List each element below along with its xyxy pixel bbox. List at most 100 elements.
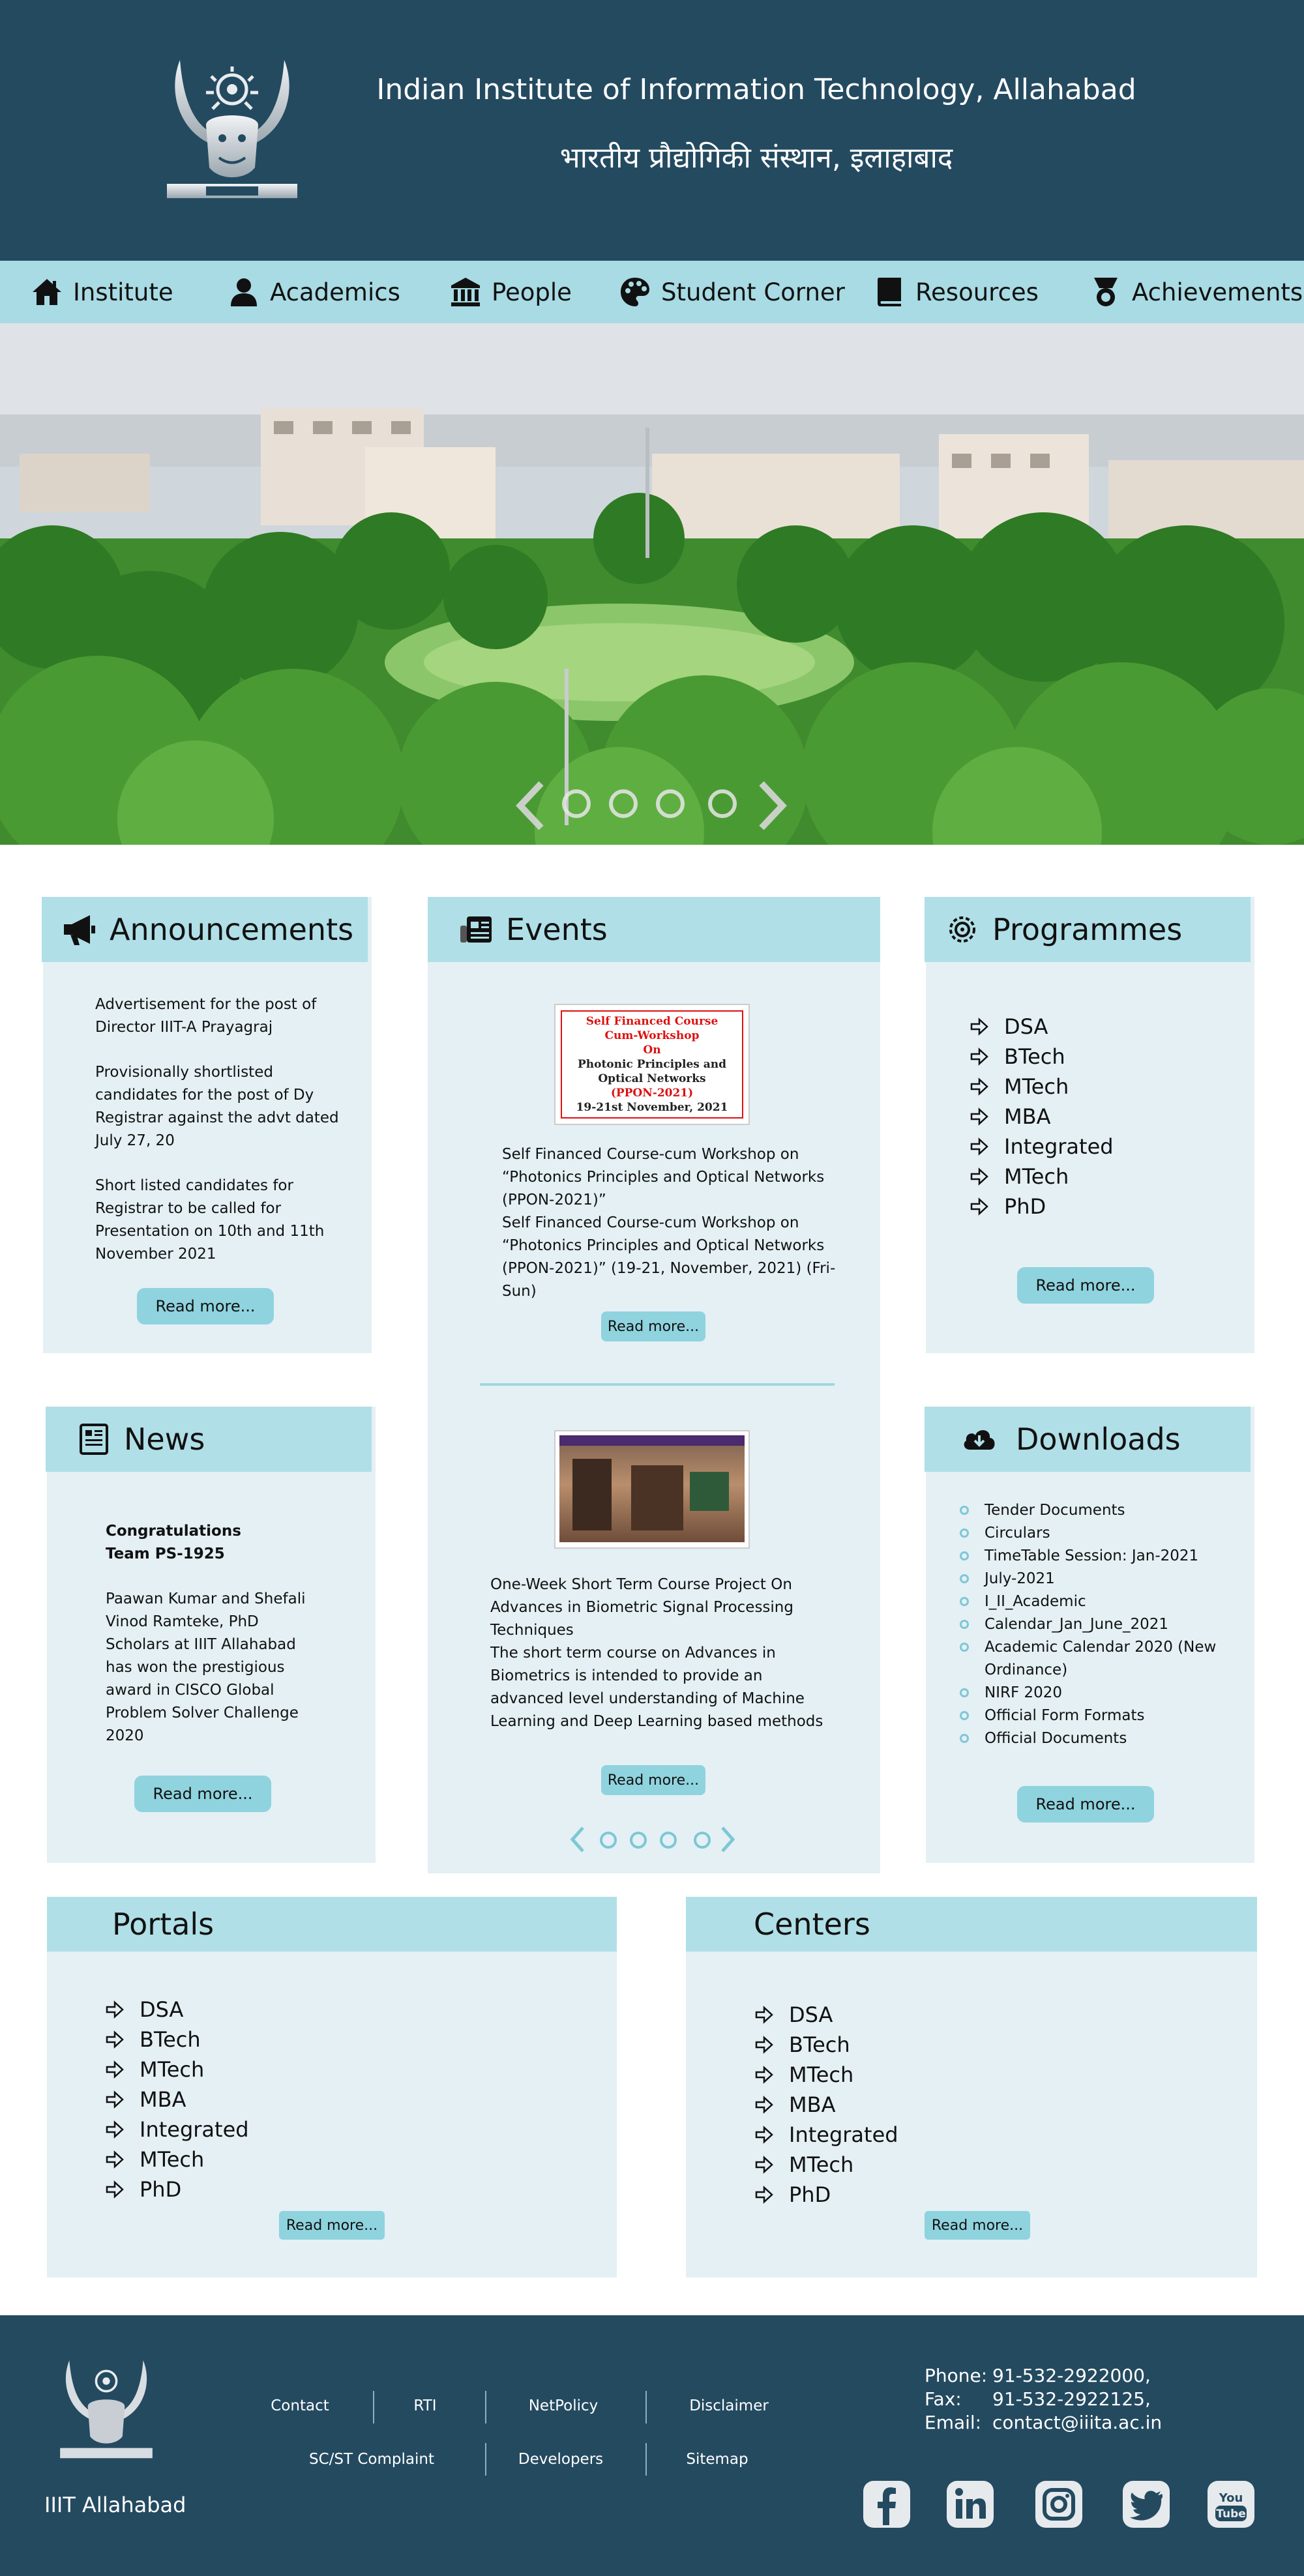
download-link[interactable]: Tender Documents xyxy=(960,1499,1234,1522)
announcement-item[interactable]: Advertisement for the post of Director I… xyxy=(95,993,343,1039)
footer-link-scst-complaint[interactable]: SC/ST Complaint xyxy=(293,2451,450,2468)
programmes-list: DSA BTech MTech MBA Integrated MTech PhD xyxy=(970,1012,1114,1222)
announcement-item[interactable]: Provisionally shortlisted candidates for… xyxy=(95,1061,343,1152)
instagram-icon[interactable] xyxy=(1034,2480,1084,2529)
institute-logo[interactable] xyxy=(154,53,310,210)
events-dot-3[interactable] xyxy=(660,1832,677,1849)
list-item[interactable]: MTech xyxy=(106,2055,249,2085)
nav-item-student-corner[interactable]: Student Corner xyxy=(619,261,845,323)
list-item[interactable]: MTech xyxy=(106,2144,249,2174)
list-item[interactable]: Integrated xyxy=(970,1132,1114,1162)
events-dot-2[interactable] xyxy=(630,1832,647,1849)
list-item[interactable]: MTech xyxy=(970,1072,1114,1102)
download-link[interactable]: NIRF 2020 xyxy=(960,1682,1234,1705)
arrow-right-icon xyxy=(106,2030,124,2049)
nav-item-resources[interactable]: Resources xyxy=(874,261,1039,323)
linkedin-icon[interactable] xyxy=(945,2480,995,2529)
downloads-header: Downloads xyxy=(925,1407,1251,1472)
events-dot-4[interactable] xyxy=(694,1832,711,1849)
carousel-dot-2[interactable] xyxy=(609,789,638,818)
list-item[interactable]: DSA xyxy=(755,2000,898,2030)
list-item[interactable]: PhD xyxy=(970,1192,1114,1222)
event-description[interactable]: One-Week Short Term Course Project On Ad… xyxy=(490,1573,829,1733)
nav-item-label: Institute xyxy=(73,278,173,306)
nav-item-people[interactable]: People xyxy=(450,261,572,323)
carousel-dot-1[interactable] xyxy=(562,789,591,818)
list-item[interactable]: DSA xyxy=(106,1995,249,2025)
download-link[interactable]: Calendar_Jan_June_2021 xyxy=(960,1613,1234,1636)
news-title: News xyxy=(124,1422,205,1457)
news-read-more-button[interactable]: Read more... xyxy=(134,1776,271,1812)
footer-link-netpolicy[interactable]: NetPolicy xyxy=(515,2397,612,2414)
footer-link-contact[interactable]: Contact xyxy=(261,2397,339,2414)
centers-read-more-button[interactable]: Read more... xyxy=(925,2211,1030,2240)
list-item[interactable]: MTech xyxy=(970,1162,1114,1192)
carousel-next-arrow-icon[interactable] xyxy=(754,780,790,832)
footer-link-rti[interactable]: RTI xyxy=(393,2397,458,2414)
list-item-label: MBA xyxy=(789,2092,836,2117)
centers-header: Centers xyxy=(686,1897,1257,1952)
programmes-read-more-button[interactable]: Read more... xyxy=(1017,1267,1154,1304)
events-dot-1[interactable] xyxy=(600,1832,617,1849)
list-item[interactable]: MBA xyxy=(970,1102,1114,1132)
download-link[interactable]: Circulars xyxy=(960,1522,1234,1545)
downloads-read-more-button[interactable]: Read more... xyxy=(1017,1786,1154,1822)
list-item[interactable]: BTech xyxy=(106,2025,249,2055)
event-poster-ppon[interactable]: Self Financed Course Cum-Workshop On Pho… xyxy=(554,1004,750,1125)
announcement-item[interactable]: Short listed candidates for Registrar to… xyxy=(95,1175,343,1266)
list-item[interactable]: MBA xyxy=(755,2090,898,2120)
news-header: News xyxy=(46,1407,372,1472)
list-item[interactable]: DSA xyxy=(970,1012,1114,1042)
events-next-arrow-icon[interactable] xyxy=(719,1825,737,1854)
list-item[interactable]: PhD xyxy=(755,2180,898,2210)
event-description[interactable]: Self Financed Course-cum Workshop on “Ph… xyxy=(502,1143,867,1303)
download-link[interactable]: Official Documents xyxy=(960,1727,1234,1750)
list-item[interactable]: PhD xyxy=(106,2174,249,2204)
portals-read-more-button[interactable]: Read more... xyxy=(279,2211,385,2240)
nav-item-academics[interactable]: Academics xyxy=(228,261,400,323)
arrow-right-icon xyxy=(755,2156,773,2174)
list-item-label: MTech xyxy=(1004,1164,1069,1189)
list-item[interactable]: BTech xyxy=(755,2030,898,2060)
event2-read-more-button[interactable]: Read more... xyxy=(601,1765,705,1795)
portals-card: Portals DSA BTech MTech MBA Integrated M… xyxy=(47,1897,617,2277)
twitter-icon[interactable] xyxy=(1121,2480,1171,2529)
arrow-right-icon xyxy=(970,1047,988,1066)
list-item-label: PhD xyxy=(140,2177,182,2202)
download-link[interactable]: July-2021 xyxy=(960,1568,1234,1590)
list-item-label: PhD xyxy=(789,2182,831,2207)
facebook-icon[interactable] xyxy=(862,2480,911,2529)
list-item-label: BTech xyxy=(789,2032,850,2057)
download-link[interactable]: Official Form Formats xyxy=(960,1705,1234,1727)
announcements-read-more-button[interactable]: Read more... xyxy=(137,1288,274,1325)
footer-logo[interactable] xyxy=(51,2356,162,2466)
list-item[interactable]: MBA xyxy=(106,2085,249,2115)
nav-item-label: Academics xyxy=(270,278,400,306)
download-link[interactable]: I_II_Academic xyxy=(960,1590,1234,1613)
download-link[interactable]: TimeTable Session: Jan-2021 xyxy=(960,1545,1234,1568)
footer-link-developers[interactable]: Developers xyxy=(509,2451,613,2468)
youtube-icon[interactable]: You Tube xyxy=(1206,2480,1256,2529)
nav-item-institute[interactable]: Institute xyxy=(31,261,173,323)
carousel-dot-3[interactable] xyxy=(656,789,685,818)
list-item[interactable]: MTech xyxy=(755,2150,898,2180)
list-item-label: DSA xyxy=(1004,1014,1048,1039)
event-poster-biometric[interactable] xyxy=(554,1430,750,1549)
list-item[interactable]: Integrated xyxy=(755,2120,898,2150)
arrow-right-icon xyxy=(755,2096,773,2114)
list-item[interactable]: BTech xyxy=(970,1042,1114,1072)
carousel-dot-4[interactable] xyxy=(708,789,737,818)
event1-read-more-button[interactable]: Read more... xyxy=(601,1311,705,1341)
nav-item-label: Resources xyxy=(915,278,1039,306)
nav-item-achievements[interactable]: Achievements xyxy=(1090,261,1303,323)
footer-link-sitemap[interactable]: Sitemap xyxy=(678,2451,756,2468)
nav-item-label: Achievements xyxy=(1132,278,1303,306)
carousel-prev-arrow-icon[interactable] xyxy=(512,780,549,832)
footer-link-disclaimer[interactable]: Disclaimer xyxy=(678,2397,780,2414)
palette-icon xyxy=(621,278,649,306)
download-link[interactable]: Academic Calendar 2020 (New Ordinance) xyxy=(960,1636,1234,1682)
events-prev-arrow-icon[interactable] xyxy=(569,1825,587,1854)
list-item[interactable]: Integrated xyxy=(106,2115,249,2144)
list-item[interactable]: MTech xyxy=(755,2060,898,2090)
news-headline[interactable]: Congratulations Team PS-1925 xyxy=(106,1520,275,1566)
